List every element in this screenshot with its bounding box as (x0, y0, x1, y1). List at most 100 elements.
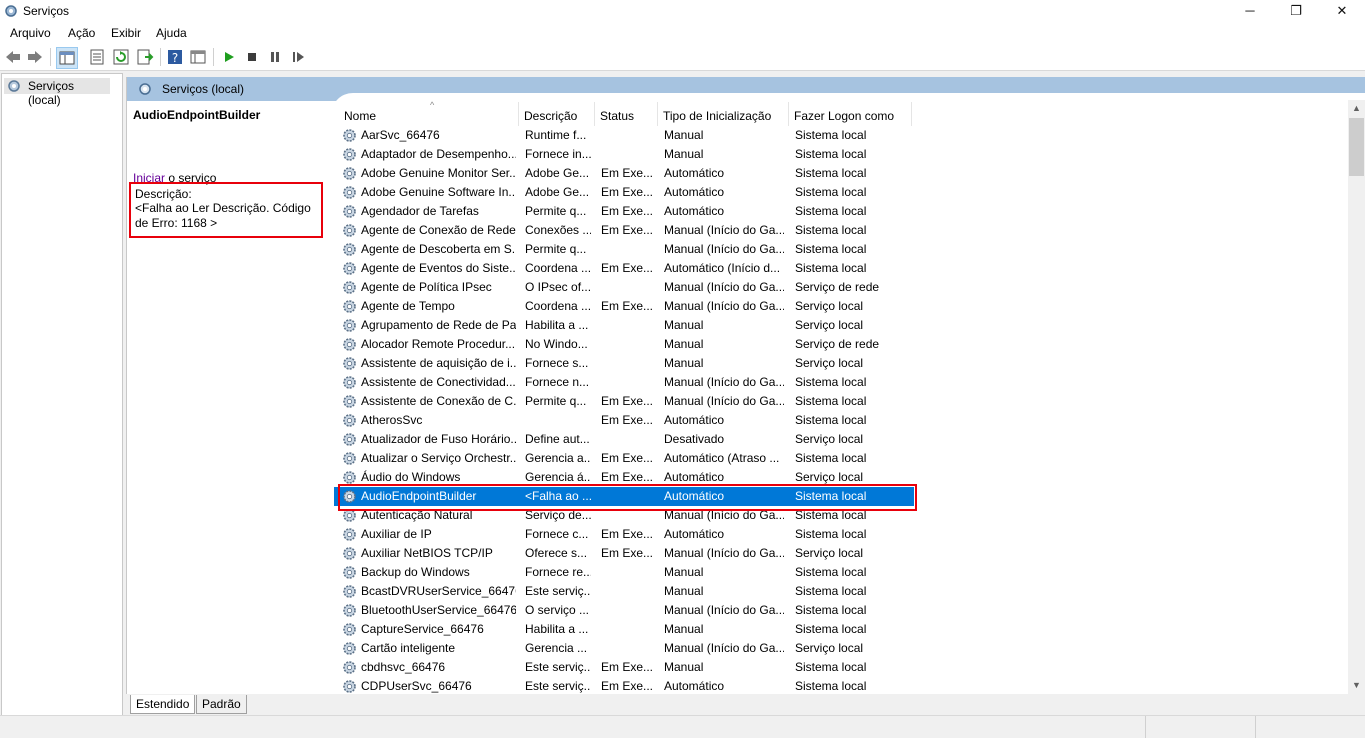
properties-icon[interactable] (88, 48, 106, 66)
start-icon[interactable] (220, 48, 238, 66)
table-row[interactable]: Atualizador de Fuso Horário... Define aut… (334, 430, 914, 449)
scroll-up-arrow-icon[interactable]: ▲ (1348, 100, 1365, 117)
column-header-logon[interactable]: Fazer Logon como (789, 102, 912, 126)
scroll-down-arrow-icon[interactable]: ▼ (1348, 677, 1365, 694)
table-row[interactable]: Adobe Genuine Software In... Adobe Ge... E… (334, 183, 914, 202)
table-row[interactable]: BluetoothUserService_66476 O serviço ... M… (334, 601, 914, 620)
column-header-descricao[interactable]: Descrição (519, 102, 595, 126)
service-gear-icon (343, 528, 356, 541)
service-gear-icon (343, 224, 356, 237)
tree-node-label: Serviços (local) (28, 79, 75, 107)
table-row[interactable]: Autenticação Natural Serviço de... Manual … (334, 506, 914, 525)
cell-startup: Automático (664, 470, 725, 484)
pause-icon[interactable] (266, 48, 284, 66)
services-gear-icon (8, 80, 20, 92)
maximize-button[interactable]: ❐ (1273, 0, 1319, 23)
menu-arquivo[interactable]: Arquivo (10, 26, 51, 40)
table-row[interactable]: Agente de Política IPsec O IPsec of... Man… (334, 278, 914, 297)
table-row[interactable]: Cartão inteligente Gerencia ... Manual (In… (334, 639, 914, 658)
cell-name: AarSvc_66476 (361, 128, 440, 142)
cell-status: Em Exe... (601, 413, 654, 427)
table-row-selected[interactable]: AudioEndpointBuilder <Falha ao ... Automát… (334, 487, 914, 506)
close-button[interactable]: ✕ (1319, 0, 1365, 23)
vertical-scrollbar[interactable]: ▲ ▼ (1348, 100, 1365, 694)
cell-startup: Manual (Início do Ga... (664, 375, 784, 389)
cell-desc: Permite q... (525, 204, 587, 218)
menu-exibir[interactable]: Exibir (111, 26, 141, 40)
back-icon[interactable] (4, 48, 22, 66)
cell-desc: Permite q... (525, 242, 587, 256)
cell-logon: Serviço local (795, 641, 864, 655)
table-row[interactable]: BcastDVRUserService_66476 Este serviç... M… (334, 582, 914, 601)
svg-text:?: ? (172, 51, 178, 65)
cell-logon: Sistema local (795, 375, 867, 389)
help-icon[interactable]: ? (166, 48, 184, 66)
column-header-tipo-inicializacao[interactable]: Tipo de Inicialização (658, 102, 789, 126)
service-gear-icon (343, 167, 356, 180)
service-gear-icon (343, 490, 356, 503)
table-row[interactable]: Agente de Eventos do Siste... Coordena ..… (334, 259, 914, 278)
cell-startup: Manual (Início do Ga... (664, 280, 784, 294)
column-header-nome[interactable]: Nome ^ (339, 100, 519, 126)
show-hide-tree-icon[interactable] (56, 47, 78, 69)
table-row[interactable]: Assistente de Conexão de C... Permite q..… (334, 392, 914, 411)
table-row[interactable]: Backup do Windows Fornece re... Manual Sist… (334, 563, 914, 582)
cell-logon: Sistema local (795, 147, 867, 161)
table-row[interactable]: Auxiliar NetBIOS TCP/IP Oferece s... Em Ex… (334, 544, 914, 563)
table-row[interactable]: Assistente de Conectividad... Fornece n..… (334, 373, 914, 392)
column-header-status[interactable]: Status (595, 102, 658, 126)
table-row[interactable]: Agente de Conexão de Rede Conexões ... Em … (334, 221, 914, 240)
menu-ajuda[interactable]: Ajuda (156, 26, 187, 40)
cell-name: Agendador de Tarefas (361, 204, 479, 218)
cell-startup: Manual (Início do Ga... (664, 508, 784, 522)
menu-acao[interactable]: Ação (68, 26, 95, 40)
table-row[interactable]: CDPUserSvc_66476 Este serviç... Em Exe... A… (334, 677, 914, 694)
table-row[interactable]: cbdhsvc_66476 Este serviç... Em Exe... Manu… (334, 658, 914, 677)
service-gear-icon (343, 243, 356, 256)
cell-logon: Sistema local (795, 185, 867, 199)
scroll-thumb[interactable] (1349, 118, 1364, 176)
cell-logon: Sistema local (795, 660, 867, 674)
services-list: Nome ^ Descrição Status Tipo de Iniciali… (334, 100, 1348, 694)
table-row[interactable]: AarSvc_66476 Runtime f... Manual Sistema lo… (334, 126, 914, 145)
cell-startup: Desativado (664, 432, 725, 446)
cell-desc: Gerencia á... (525, 470, 591, 484)
tab-padrao[interactable]: Padrão (196, 695, 247, 714)
cell-startup: Manual (Início do Ga... (664, 223, 784, 237)
table-row[interactable]: Auxiliar de IP Fornece c... Em Exe... Autom… (334, 525, 914, 544)
cell-status: Em Exe... (601, 299, 654, 313)
cell-name: Assistente de Conectividad... (361, 375, 516, 389)
export-list-icon[interactable] (136, 48, 154, 66)
resume-icon[interactable] (289, 48, 307, 66)
cell-startup: Manual (664, 622, 704, 636)
forward-icon[interactable] (26, 48, 44, 66)
table-row[interactable]: CaptureService_66476 Habilita a ... Manual… (334, 620, 914, 639)
cell-desc: Conexões ... (525, 223, 591, 237)
table-row[interactable]: Adaptador de Desempenho... Fornece in... M… (334, 145, 914, 164)
cell-logon: Sistema local (795, 166, 867, 180)
table-row[interactable]: Agente de Tempo Coordena ... Em Exe... Manu… (334, 297, 914, 316)
tree-node-services-local[interactable]: Serviços (local) (4, 78, 110, 107)
table-row[interactable]: Alocador Remote Procedur... No Windo... Ma… (334, 335, 914, 354)
refresh-icon[interactable] (112, 48, 130, 66)
cell-name: Atualizador de Fuso Horário... (361, 432, 516, 446)
table-row[interactable]: Agente de Descoberta em S... Permite q...… (334, 240, 914, 259)
cell-logon: Sistema local (795, 508, 867, 522)
stop-icon[interactable] (243, 48, 261, 66)
table-row[interactable]: Agendador de Tarefas Permite q... Em Exe..… (334, 202, 914, 221)
cell-name: Atualizar o Serviço Orchestr... (361, 451, 516, 465)
table-row[interactable]: Agrupamento de Rede de Par Habilita a ...… (334, 316, 914, 335)
table-row[interactable]: Assistente de aquisição de i... Fornece s… (334, 354, 914, 373)
table-row[interactable]: Adobe Genuine Monitor Ser... Adobe Ge... E… (334, 164, 914, 183)
toggle-view-icon[interactable] (189, 48, 207, 66)
table-row[interactable]: Áudio do Windows Gerencia á... Em Exe... Au… (334, 468, 914, 487)
cell-startup: Manual (Início do Ga... (664, 299, 784, 313)
table-row[interactable]: Atualizar o Serviço Orchestr... Gerencia … (334, 449, 914, 468)
table-row[interactable]: AtherosSvc Em Exe... Automático Sistema loc… (334, 411, 914, 430)
minimize-button[interactable]: ─ (1227, 0, 1273, 23)
cell-status: Em Exe... (601, 261, 654, 275)
cell-logon: Sistema local (795, 565, 867, 579)
cell-status: Em Exe... (601, 527, 654, 541)
cell-startup: Automático (664, 413, 725, 427)
tab-estendido[interactable]: Estendido (130, 695, 196, 714)
